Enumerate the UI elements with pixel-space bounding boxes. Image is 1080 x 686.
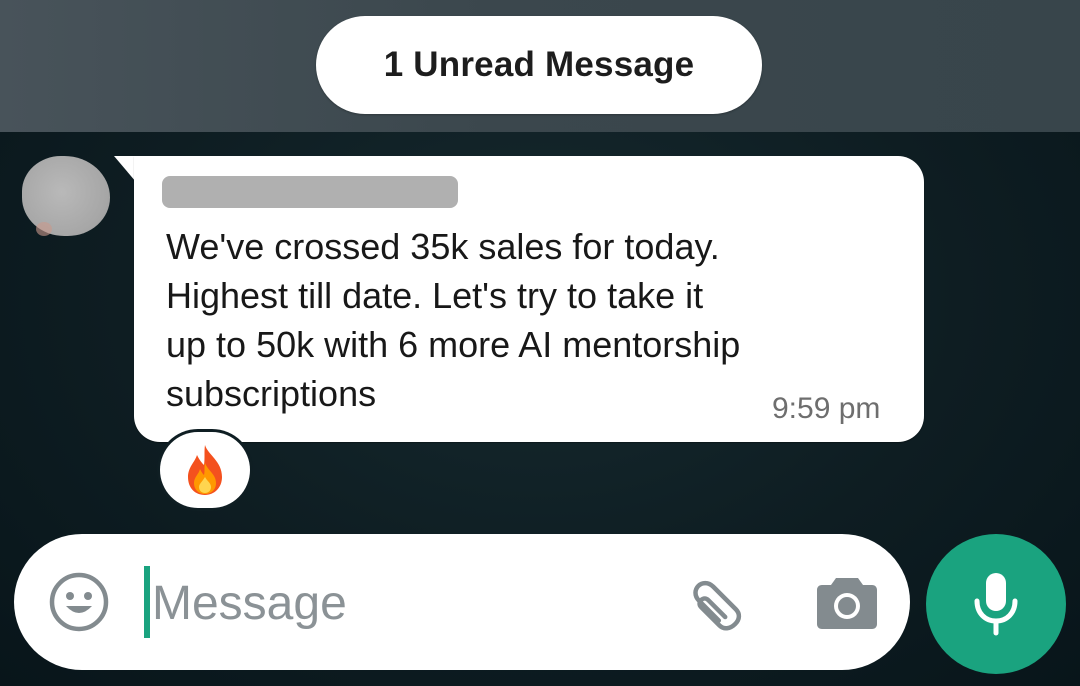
emoji-icon[interactable] — [48, 571, 110, 633]
bubble-tail — [114, 156, 136, 182]
paperclip-icon[interactable] — [683, 572, 749, 638]
message-line: subscriptions — [166, 373, 377, 414]
avatar-detail — [36, 222, 52, 236]
message-line: up to 50k with 6 more AI mentorship — [166, 324, 741, 365]
reaction-badge[interactable] — [160, 432, 250, 508]
message-input[interactable]: Message — [152, 576, 347, 632]
sender-name-redacted — [162, 176, 458, 208]
fire-emoji-icon — [188, 445, 222, 495]
message-line: Highest till date. Let's try to take it — [166, 275, 704, 316]
message-timestamp: 9:59 pm — [772, 392, 881, 425]
message-line: We've crossed 35k sales for today. — [166, 226, 720, 267]
sender-avatar[interactable] — [22, 156, 110, 236]
message-body: We've crossed 35k sales for today. Highe… — [166, 222, 866, 418]
voice-record-button[interactable] — [926, 534, 1066, 674]
unread-messages-banner: 1 Unread Message — [316, 16, 762, 114]
camera-icon[interactable] — [816, 572, 878, 630]
text-cursor — [144, 566, 150, 638]
microphone-icon — [974, 573, 1018, 636]
unread-messages-label: 1 Unread Message — [383, 45, 695, 84]
